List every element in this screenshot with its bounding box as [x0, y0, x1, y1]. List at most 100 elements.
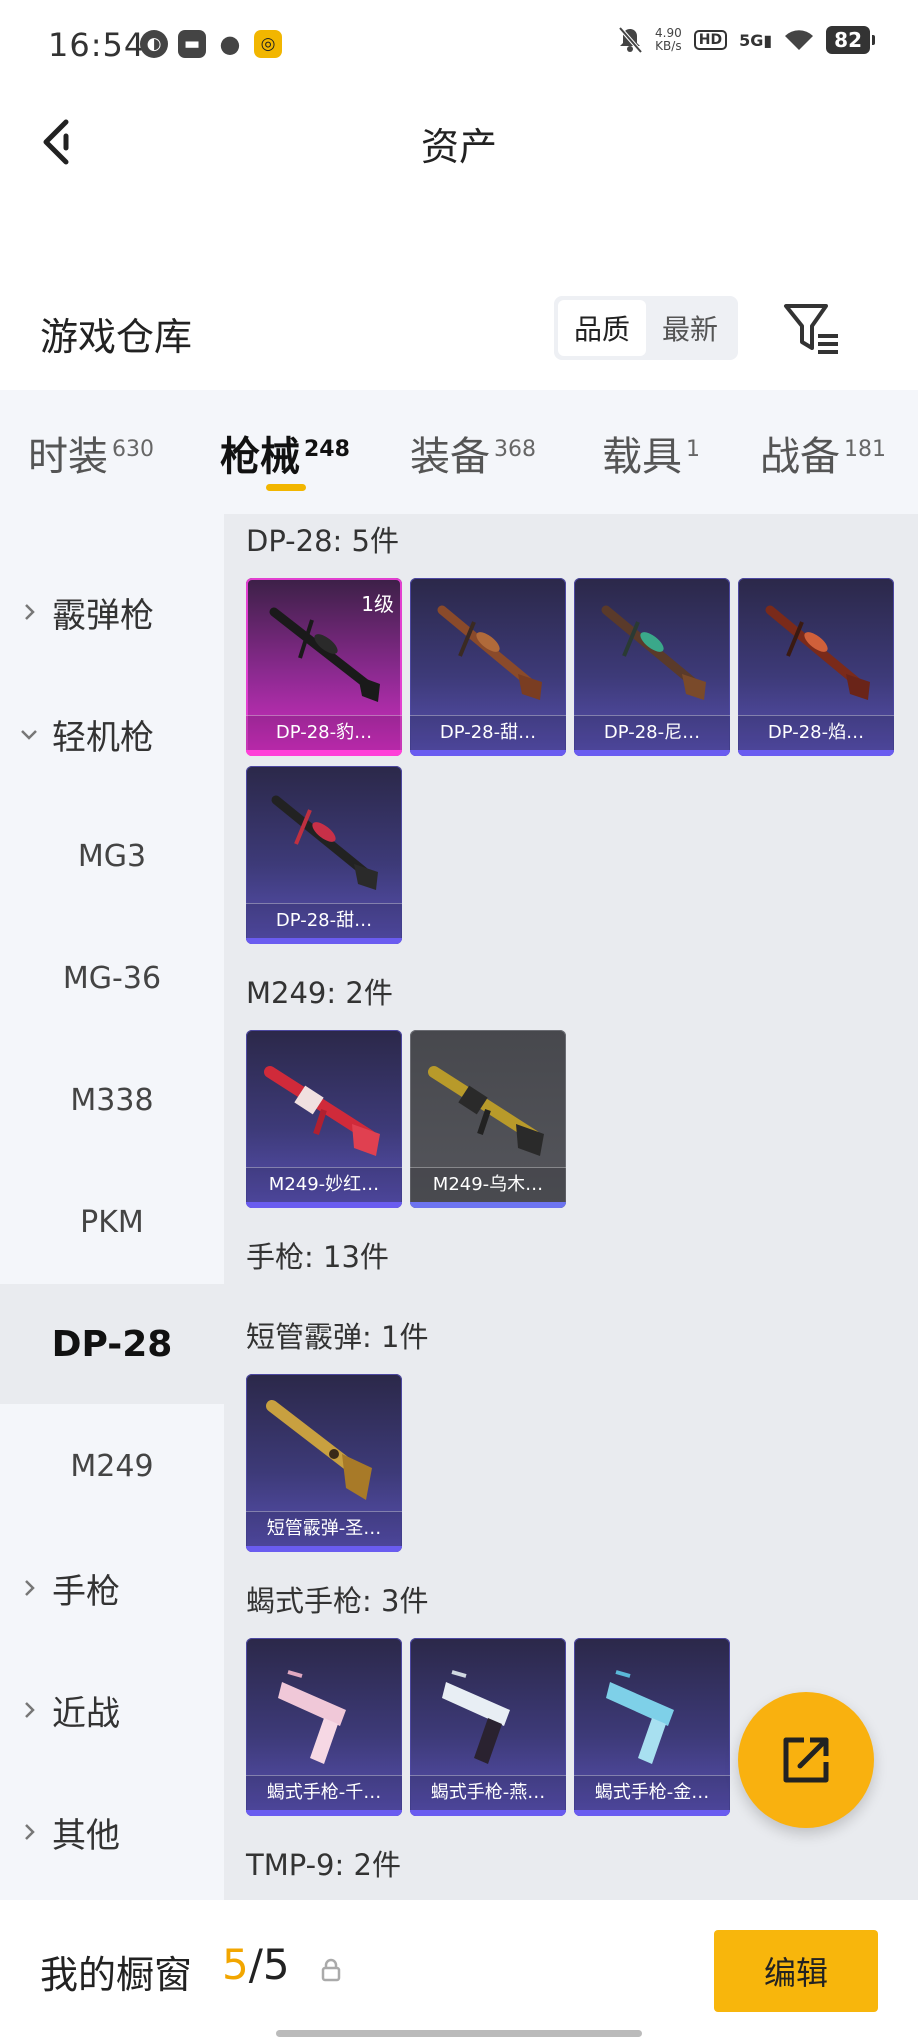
sidebar-item-other[interactable]: 其他	[0, 1772, 224, 1892]
item-name: DP-28-甜…	[410, 715, 566, 750]
group-header-sawed-off: 短管霰弹: 1件	[246, 1320, 429, 1354]
item-name: M249-妙红…	[246, 1167, 402, 1202]
lmg-skin-icon	[428, 1066, 544, 1156]
item-card[interactable]: 1级 DP-28-豹…	[246, 578, 402, 756]
tab-vehicles[interactable]: 载具 1	[602, 424, 700, 482]
rarity-bar	[246, 1202, 402, 1208]
item-name: DP-28-焰…	[738, 715, 894, 750]
app-notification-icon: ◐	[140, 30, 168, 58]
share-button[interactable]	[738, 1692, 874, 1828]
showcase-label: 我的橱窗	[40, 1953, 193, 1997]
group-header-m249: M249: 2件	[246, 976, 393, 1010]
active-tab-indicator	[266, 484, 306, 491]
status-bar: 16:54 ◐ ▬ ● ◎ 4.90 KB/s HD 5G▮ 82	[0, 0, 918, 92]
sidebar-item-m249[interactable]: M249	[0, 1406, 224, 1526]
sidebar-item-lmg[interactable]: 轻机枪	[0, 674, 224, 794]
bottom-bar: 我的橱窗 5/5 编辑	[0, 1900, 918, 2040]
sort-toggle: 品质 最新	[554, 296, 738, 360]
rarity-bar	[246, 1810, 402, 1816]
chevron-right-icon	[25, 604, 35, 620]
item-card[interactable]: DP-28-焰…	[738, 578, 894, 756]
sidebar-item-mg3[interactable]: MG3	[0, 796, 224, 916]
rarity-bar	[246, 750, 402, 756]
mute-bell-icon	[618, 26, 643, 54]
item-name: M249-乌木…	[410, 1167, 566, 1202]
sort-quality-button[interactable]: 品质	[558, 300, 646, 356]
sidebar-item-dp28[interactable]: DP-28	[0, 1284, 224, 1404]
group-header-dp28: DP-28: 5件	[246, 524, 399, 558]
external-link-icon	[783, 1737, 829, 1783]
status-time: 16:54	[48, 26, 146, 64]
page-title: 资产	[420, 125, 497, 169]
wechat-icon: ●	[219, 30, 241, 58]
rarity-bar	[574, 750, 730, 756]
network-rate: 4.90 KB/s	[655, 26, 682, 53]
item-card[interactable]: 蝎式手枪-燕…	[410, 1638, 566, 1816]
network-type: 5G▮	[739, 30, 773, 50]
lmg-skin-icon	[765, 605, 870, 700]
lock-icon	[321, 1958, 341, 1982]
item-name: DP-28-甜…	[246, 903, 402, 938]
wifi-icon	[785, 30, 814, 50]
sidebar-item-mg36[interactable]: MG-36	[0, 918, 224, 1038]
hd-badge: HD	[693, 30, 728, 50]
sidebar-item-m338[interactable]: M338	[0, 1040, 224, 1160]
item-card[interactable]: 蝎式手枪-金…	[574, 1638, 730, 1816]
item-name: 蝎式手枪-燕…	[410, 1775, 566, 1810]
shotgun-skin-icon	[266, 1400, 372, 1500]
tab-firearms[interactable]: 枪械 248	[220, 424, 350, 482]
item-card[interactable]: M249-乌木…	[410, 1030, 566, 1208]
pistol-skin-icon	[278, 1670, 346, 1764]
chevron-right-icon	[25, 1702, 35, 1718]
rarity-bar	[410, 1202, 566, 1208]
group-header-scorpion: 蝎式手枪: 3件	[246, 1584, 429, 1618]
rarity-bar	[738, 750, 894, 756]
lmg-skin-icon	[271, 795, 378, 890]
item-card[interactable]: DP-28-甜…	[410, 578, 566, 756]
game-app-icon: ◎	[254, 30, 282, 58]
sidebar: 霰弹枪 轻机枪 MG3 MG-36 M338 PKM DP-28 M249 手枪…	[0, 514, 224, 1900]
item-name: DP-28-尼…	[574, 715, 730, 750]
showcase-count: 5/5	[222, 1940, 290, 1989]
rarity-bar	[574, 1810, 730, 1816]
rarity-bar	[410, 1810, 566, 1816]
chevron-right-icon	[25, 1824, 35, 1840]
item-card[interactable]: DP-28-尼…	[574, 578, 730, 756]
lmg-skin-icon	[264, 1066, 380, 1156]
edit-button[interactable]: 编辑	[714, 1930, 878, 2012]
rarity-bar	[246, 1546, 402, 1552]
warehouse-title: 游戏仓库	[40, 315, 193, 359]
item-card[interactable]: M249-妙红…	[246, 1030, 402, 1208]
tab-supplies[interactable]: 战备 181	[760, 424, 886, 482]
signal-icon: ▮	[763, 30, 773, 50]
lmg-skin-icon	[269, 607, 380, 702]
group-header-tmp9: TMP-9: 2件	[246, 1848, 401, 1882]
tab-equipment[interactable]: 装备 368	[410, 424, 536, 482]
item-card[interactable]: 蝎式手枪-千…	[246, 1638, 402, 1816]
message-icon: ▬	[178, 30, 206, 58]
item-name: 蝎式手枪-金…	[574, 1775, 730, 1810]
home-indicator[interactable]	[276, 2030, 642, 2037]
sort-newest-button[interactable]: 最新	[646, 300, 734, 356]
lmg-skin-icon	[601, 605, 706, 700]
group-header-pistol: 手枪: 13件	[246, 1240, 389, 1274]
item-name: 蝎式手枪-千…	[246, 1775, 402, 1810]
sidebar-item-melee[interactable]: 近战	[0, 1650, 224, 1770]
filter-icon[interactable]	[782, 300, 842, 356]
chevron-right-icon	[25, 1580, 35, 1596]
pistol-skin-icon	[606, 1670, 674, 1764]
item-card[interactable]: DP-28-甜…	[246, 766, 402, 944]
sidebar-item-shotgun[interactable]: 霰弹枪	[0, 552, 224, 672]
tab-fashion[interactable]: 时装 630	[28, 424, 154, 482]
sidebar-item-pkm[interactable]: PKM	[0, 1162, 224, 1282]
rarity-bar	[410, 750, 566, 756]
lmg-skin-icon	[437, 605, 542, 700]
sidebar-item-pistol[interactable]: 手枪	[0, 1528, 224, 1648]
rarity-bar	[246, 938, 402, 944]
item-card[interactable]: 短管霰弹-圣…	[246, 1374, 402, 1552]
pistol-skin-icon	[442, 1670, 510, 1764]
category-tabs: 时装 630 枪械 248 装备 368 载具 1 战备 181	[0, 390, 918, 514]
chevron-down-icon	[21, 730, 37, 740]
item-name: DP-28-豹…	[246, 715, 402, 750]
item-name: 短管霰弹-圣…	[246, 1511, 402, 1546]
